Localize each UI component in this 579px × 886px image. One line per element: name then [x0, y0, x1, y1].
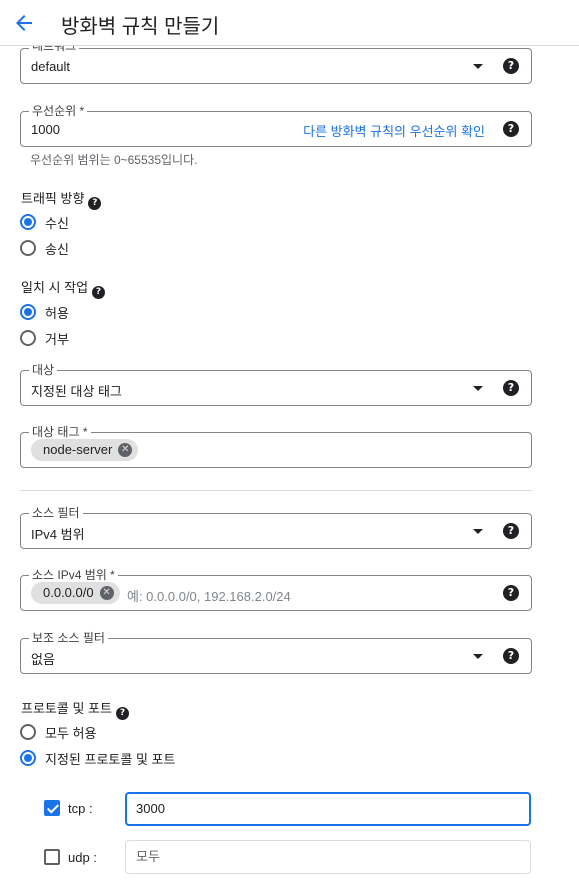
- network-select[interactable]: 네트워크 default ?: [20, 38, 532, 84]
- tcp-label: tcp :: [68, 800, 93, 816]
- tcp-row: tcp :: [44, 800, 93, 816]
- udp-checkbox[interactable]: [44, 849, 60, 865]
- action-title: 일치 시 작업?: [21, 277, 106, 299]
- range-chip: 0.0.0.0/0 ✕: [31, 582, 120, 604]
- second-source-filter-value: 없음: [31, 652, 55, 667]
- priority-value[interactable]: 1000: [31, 122, 60, 137]
- priority-label: 우선순위 *: [29, 103, 88, 119]
- priority-hint: 우선순위 범위는 0~65535입니다.: [30, 153, 198, 167]
- source-ranges-field[interactable]: 소스 IPv4 범위 * 0.0.0.0/0 ✕ 예: 0.0.0.0/0, 1…: [20, 567, 532, 611]
- udp-row: udp :: [44, 849, 97, 865]
- caret-down-icon[interactable]: [473, 386, 483, 391]
- target-tags-field[interactable]: 대상 태그 * node-server ✕: [20, 424, 532, 468]
- target-tags-label: 대상 태그 *: [29, 424, 91, 440]
- radio-label: 송신: [45, 241, 69, 257]
- radio-label: 허용: [45, 305, 69, 321]
- page-header: 방화벽 규칙 만들기: [0, 0, 579, 46]
- udp-label: udp :: [68, 849, 97, 865]
- second-source-filter-label: 보조 소스 필터: [29, 630, 108, 646]
- radio-label: 지정된 프로토콜 및 포트: [45, 751, 176, 767]
- radio-button[interactable]: [20, 750, 36, 766]
- radio-button[interactable]: [20, 330, 36, 346]
- radio-button[interactable]: [20, 214, 36, 230]
- caret-down-icon[interactable]: [473, 64, 483, 69]
- help-icon[interactable]: ?: [115, 707, 129, 720]
- targets-select[interactable]: 대상 지정된 대상 태그 ?: [20, 362, 532, 406]
- radio-label: 모두 허용: [45, 725, 97, 741]
- help-icon[interactable]: ?: [88, 197, 102, 210]
- radio-button[interactable]: [20, 240, 36, 256]
- help-icon[interactable]: ?: [503, 585, 519, 601]
- help-icon[interactable]: ?: [503, 121, 519, 137]
- help-icon[interactable]: ?: [503, 523, 519, 539]
- protocols-title: 프로토콜 및 포트?: [21, 698, 129, 720]
- source-ranges-label: 소스 IPv4 범위 *: [29, 567, 118, 583]
- radio-button[interactable]: [20, 724, 36, 740]
- caret-down-icon[interactable]: [473, 654, 483, 659]
- chip-remove-icon[interactable]: ✕: [118, 443, 133, 457]
- network-value: default: [31, 59, 71, 74]
- radio-allow[interactable]: 허용: [20, 302, 69, 322]
- check-priority-link[interactable]: 다른 방화벽 규칙의 우선순위 확인: [303, 121, 485, 140]
- help-icon[interactable]: ?: [92, 286, 106, 299]
- help-icon[interactable]: ?: [503, 648, 519, 664]
- help-icon[interactable]: ?: [503, 58, 519, 74]
- radio-deny[interactable]: 거부: [20, 328, 69, 348]
- direction-title: 트래픽 방향?: [21, 188, 102, 210]
- targets-value: 지정된 대상 태그: [31, 384, 122, 399]
- second-source-filter-select[interactable]: 보조 소스 필터 없음 ?: [20, 630, 532, 674]
- source-ranges-placeholder[interactable]: 예: 0.0.0.0/0, 192.168.2.0/24: [127, 586, 291, 605]
- back-arrow-icon[interactable]: [12, 11, 36, 35]
- source-filter-label: 소스 필터: [29, 505, 83, 521]
- section-divider: [20, 490, 532, 491]
- page-title: 방화벽 규칙 만들기: [61, 16, 220, 38]
- radio-label: 수신: [45, 215, 69, 231]
- radio-allow-all[interactable]: 모두 허용: [20, 722, 96, 742]
- radio-egress[interactable]: 송신: [20, 238, 69, 258]
- targets-label: 대상: [29, 362, 58, 378]
- priority-field[interactable]: 우선순위 * 1000 다른 방화벽 규칙의 우선순위 확인 ?: [20, 103, 532, 147]
- source-filter-select[interactable]: 소스 필터 IPv4 범위 ?: [20, 505, 532, 549]
- udp-ports-input[interactable]: 모두: [125, 840, 531, 874]
- radio-ingress[interactable]: 수신: [20, 212, 69, 232]
- caret-down-icon[interactable]: [473, 529, 483, 534]
- tcp-ports-input[interactable]: 3000: [125, 792, 531, 826]
- radio-label: 거부: [45, 331, 69, 347]
- source-filter-value: IPv4 범위: [31, 527, 85, 542]
- chip-remove-icon[interactable]: ✕: [99, 586, 114, 600]
- radio-specified[interactable]: 지정된 프로토콜 및 포트: [20, 748, 175, 768]
- radio-button[interactable]: [20, 304, 36, 320]
- tag-chip: node-server ✕: [31, 439, 139, 461]
- help-icon[interactable]: ?: [503, 380, 519, 396]
- tcp-checkbox[interactable]: [44, 800, 60, 816]
